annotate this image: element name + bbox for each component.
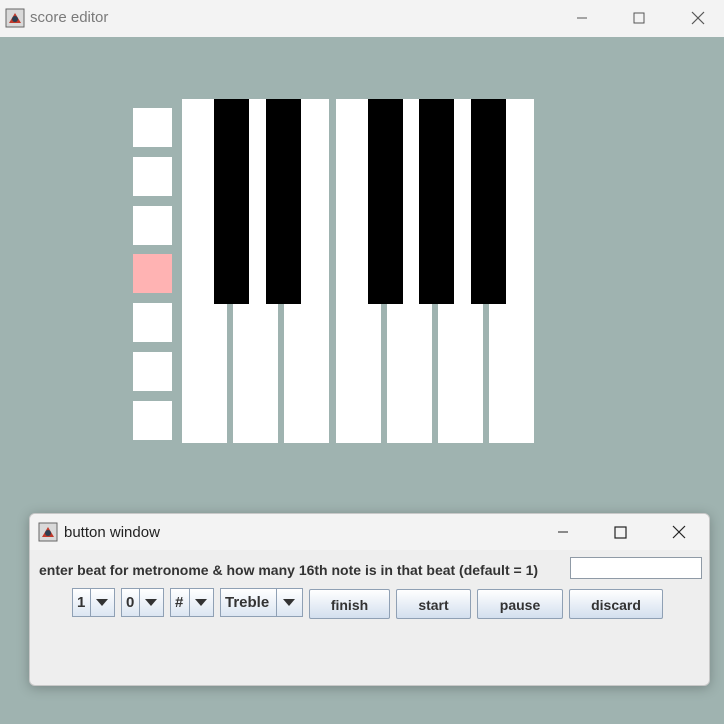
chevron-down-icon <box>145 599 157 606</box>
black-key[interactable] <box>419 99 454 304</box>
maximize-button[interactable] <box>619 2 659 34</box>
combo-value: Treble <box>225 594 270 611</box>
chevron-down-icon <box>283 599 295 606</box>
note-row-cell[interactable] <box>133 401 172 440</box>
main-titlebar: score editor <box>0 0 724 37</box>
dialog-maximize-button[interactable] <box>600 516 640 548</box>
black-key[interactable] <box>266 99 301 304</box>
dialog-minimize-button[interactable] <box>543 516 583 548</box>
black-key[interactable] <box>368 99 403 304</box>
combo-value: # <box>175 594 184 611</box>
minimize-button[interactable] <box>562 2 602 34</box>
chevron-down-icon <box>96 599 108 606</box>
window-title: score editor <box>30 9 109 26</box>
close-icon <box>672 525 686 539</box>
close-icon <box>691 11 705 25</box>
clef-combo[interactable]: Treble <box>220 588 303 617</box>
note-row-cell[interactable] <box>133 157 172 196</box>
beat-prompt-label: enter beat for metronome & how many 16th… <box>39 562 539 578</box>
close-button[interactable] <box>678 2 718 34</box>
dialog-title: button window <box>64 524 160 541</box>
combo-value: 1 <box>77 594 86 611</box>
discard-button[interactable]: discard <box>569 589 663 619</box>
note-row-cell[interactable] <box>133 352 172 391</box>
finish-button[interactable]: finish <box>309 589 390 619</box>
note-row-cell[interactable] <box>133 206 172 245</box>
button-window: button window enter beat for metronome &… <box>29 513 710 686</box>
dialog-close-button[interactable] <box>659 516 699 548</box>
dialog-titlebar: button window <box>30 514 709 550</box>
note-row-cell[interactable] <box>133 108 172 147</box>
pause-button[interactable]: pause <box>477 589 563 619</box>
maximize-icon <box>633 12 645 24</box>
black-key[interactable] <box>471 99 506 304</box>
combo-value: 0 <box>126 594 135 611</box>
start-button[interactable]: start <box>396 589 471 619</box>
maximize-icon <box>613 525 627 539</box>
minimize-icon <box>577 17 587 19</box>
java-app-icon <box>5 8 25 28</box>
beat-input[interactable] <box>570 557 702 579</box>
beat-combo[interactable]: 1 <box>72 588 115 617</box>
minimize-icon <box>558 531 568 533</box>
count-combo[interactable]: 0 <box>121 588 164 617</box>
accidental-combo[interactable]: # <box>170 588 214 617</box>
note-row-cell[interactable] <box>133 254 172 293</box>
chevron-down-icon <box>195 599 207 606</box>
java-app-icon <box>38 522 58 542</box>
note-row-cell[interactable] <box>133 303 172 342</box>
black-key[interactable] <box>214 99 249 304</box>
